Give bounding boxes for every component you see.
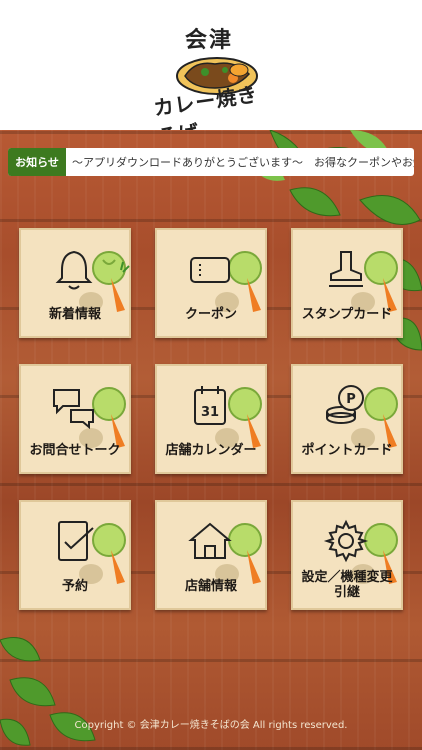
tile-label: 店舗カレンダー <box>165 443 257 458</box>
stamp-icon <box>329 251 363 287</box>
menu-tile-stamp-card[interactable]: スタンプカード <box>291 228 403 338</box>
coin-letter: P <box>346 392 356 407</box>
coins-icon: P <box>326 385 364 424</box>
menu-tile-store-info[interactable]: 店舗情報 <box>155 500 267 610</box>
logo: 会津 カレー焼きそば <box>152 22 275 149</box>
tile-label: お問合せトーク <box>29 443 121 458</box>
chat-icon <box>53 389 94 430</box>
bell-icon <box>55 250 93 290</box>
logo-title: 会津 <box>185 28 234 53</box>
checklist-icon <box>58 521 94 561</box>
menu-tile-inquiry-talk[interactable]: お問合せトーク <box>19 364 131 474</box>
tile-label: クーポン <box>184 307 237 322</box>
notice-bar[interactable]: お知らせ 〜アプリダウンロードありがとうございます〜 お得なクーポンやお知らせを <box>8 148 414 176</box>
tile-label: 予約 <box>61 579 88 594</box>
calendar-day: 31 <box>201 405 219 420</box>
home-icon <box>188 522 232 559</box>
menu-tile-settings[interactable]: 設定／機種変更引継 <box>291 500 403 610</box>
calendar-icon: 31 <box>194 386 226 425</box>
coupon-icon <box>190 257 230 283</box>
menu-tile-news[interactable]: 新着情報 <box>19 228 131 338</box>
menu-tile-coupon[interactable]: クーポン <box>155 228 267 338</box>
menu-tile-store-calendar[interactable]: 31 店舗カレンダー <box>155 364 267 474</box>
menu-tile-reservation[interactable]: 予約 <box>19 500 131 610</box>
tile-label: 設定／機種変更引継 <box>293 570 401 600</box>
tile-label: ポイントカード <box>301 443 393 458</box>
menu-tile-point-card[interactable]: P ポイントカード <box>291 364 403 474</box>
tile-label: 新着情報 <box>48 307 101 322</box>
tile-label: スタンプカード <box>301 307 393 322</box>
tile-label: 店舗情報 <box>184 579 237 594</box>
gear-icon <box>323 519 369 563</box>
tile-label-text: 設定／機種変更引継 <box>301 570 393 600</box>
header: 会津 カレー焼きそば <box>0 0 422 149</box>
notice-tag: お知らせ <box>8 148 66 176</box>
notice-text: 〜アプリダウンロードありがとうございます〜 お得なクーポンやお知らせを <box>72 156 414 169</box>
footer-copyright: Copyright © 会津カレー焼きそばの会 All rights reser… <box>74 720 348 731</box>
